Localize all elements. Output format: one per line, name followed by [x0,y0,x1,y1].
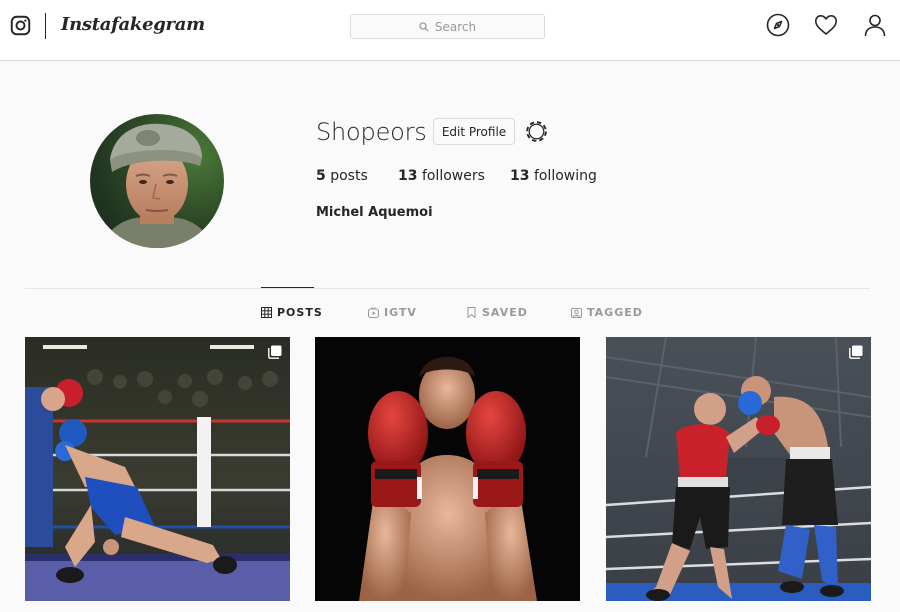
top-navigation-bar: Instafakegram Search [0,0,900,61]
user-icon[interactable] [863,13,887,37]
followers-count: 13 [398,168,418,184]
search-placeholder: Search [434,19,477,34]
post-photo [25,337,290,601]
post-thumbnail[interactable] [25,337,290,601]
post-thumbnail[interactable] [315,337,580,601]
settings-gear-icon[interactable] [524,119,549,144]
avatar-photo [90,114,224,248]
tab-igtv[interactable]: IGTV [368,306,417,319]
compass-icon[interactable] [766,13,790,37]
profile-avatar[interactable] [90,114,224,248]
tab-label: SAVED [482,306,528,319]
posts-label: posts [330,168,368,184]
profile-full-name: Michel Aquemoi [316,205,433,220]
posts-count: 5 [316,168,326,184]
tab-label: TAGGED [587,306,643,319]
following-label: following [533,168,597,184]
tagged-icon [571,308,582,318]
following-stat[interactable]: 13 following [510,168,597,184]
igtv-icon [368,307,379,318]
tab-label: IGTV [384,306,417,319]
followers-label: followers [421,168,485,184]
app-logo-text[interactable]: Instafakegram [61,14,205,35]
logo-divider [45,13,46,39]
edit-profile-button[interactable]: Edit Profile [433,118,515,145]
heart-icon[interactable] [814,13,838,37]
instagram-camera-icon[interactable] [10,15,31,36]
post-photo [315,337,580,601]
tab-label: POSTS [277,306,323,319]
active-tab-indicator [261,287,314,288]
tab-posts[interactable]: POSTS [261,306,323,319]
search-icon [419,21,429,31]
post-photo [606,337,871,601]
grid-icon [261,307,272,318]
multiple-photos-icon [268,345,282,359]
search-input[interactable]: Search [350,14,545,39]
followers-stat[interactable]: 13 followers [398,168,485,184]
bookmark-icon [467,307,476,318]
profile-username: Shopeors [316,118,427,146]
tab-tagged[interactable]: TAGGED [571,306,643,319]
posts-stat: 5 posts [316,168,368,184]
tab-saved[interactable]: SAVED [466,306,528,319]
tabs-divider [25,288,870,289]
following-count: 13 [510,168,530,184]
post-thumbnail[interactable] [606,337,871,601]
multiple-photos-icon [849,345,863,359]
